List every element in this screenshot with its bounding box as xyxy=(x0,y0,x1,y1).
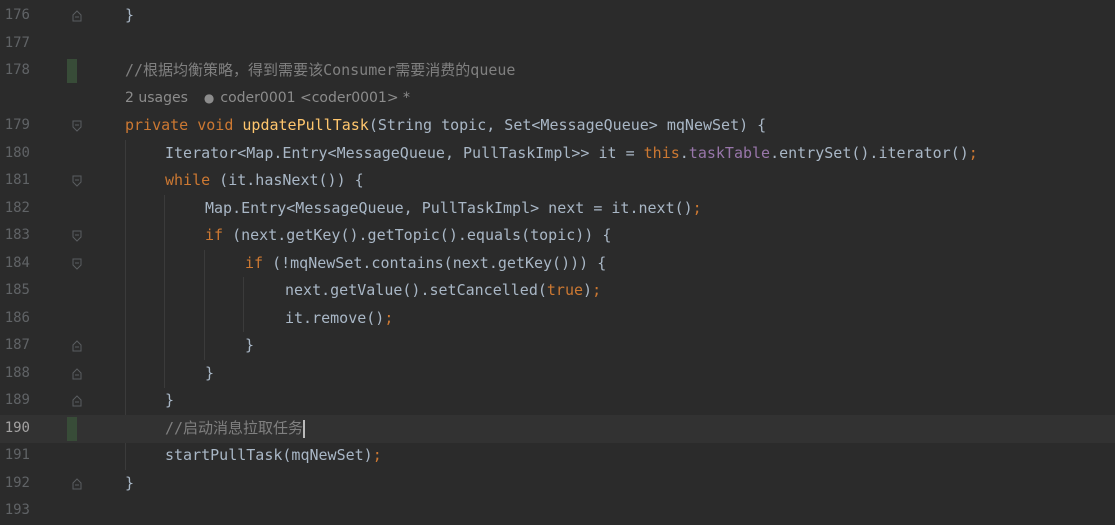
fold-icon[interactable] xyxy=(72,395,82,407)
code-text: //启动消息拉取任务 xyxy=(165,415,306,443)
line-number: 185 xyxy=(4,282,30,298)
code-line-180[interactable]: 180 Iterator<Map.Entry<MessageQueue, Pul… xyxy=(0,140,1115,168)
fold-icon[interactable] xyxy=(72,10,82,22)
text-caret xyxy=(303,419,306,438)
line-number: 182 xyxy=(4,200,30,216)
code-text: } xyxy=(165,391,175,409)
hint-text: 2 usages ● coder0001 <coder0001> * xyxy=(125,85,410,113)
code-text: startPullTask(mqNewSet); xyxy=(165,446,382,464)
change-marker[interactable] xyxy=(67,59,77,83)
code-line-177[interactable]: 177 xyxy=(0,30,1115,58)
line-number: 176 xyxy=(4,7,30,23)
fold-icon[interactable] xyxy=(72,478,82,490)
line-number: 183 xyxy=(4,227,30,243)
code-line-176[interactable]: 176 } xyxy=(0,2,1115,30)
code-line-184[interactable]: 184 if (!mqNewSet.contains(next.getKey()… xyxy=(0,250,1115,278)
code-line-178[interactable]: 178 //根据均衡策略，得到需要该Consumer需要消费的queue xyxy=(0,57,1115,85)
code-line-181[interactable]: 181 while (it.hasNext()) { xyxy=(0,167,1115,195)
code-line-185[interactable]: 185 next.getValue().setCancelled(true); xyxy=(0,277,1115,305)
code-line-186[interactable]: 186 it.remove(); xyxy=(0,305,1115,333)
code-text: it.remove(); xyxy=(285,309,394,327)
line-number: 179 xyxy=(4,117,30,133)
code-line-190[interactable]: 190 //启动消息拉取任务 xyxy=(0,415,1115,443)
fold-icon[interactable] xyxy=(72,368,82,380)
code-text: Iterator<Map.Entry<MessageQueue, PullTas… xyxy=(165,144,978,162)
code-line-192[interactable]: 192 } xyxy=(0,470,1115,498)
code-text: next.getValue().setCancelled(true); xyxy=(285,281,602,299)
change-marker[interactable] xyxy=(67,417,77,441)
comment-text: //启动消息拉取任务 xyxy=(165,419,304,437)
line-number: 181 xyxy=(4,172,30,188)
user-icon: ● xyxy=(203,91,215,105)
fold-icon[interactable] xyxy=(72,230,82,242)
fold-icon[interactable] xyxy=(72,340,82,352)
code-line-182[interactable]: 182 Map.Entry<MessageQueue, PullTaskImpl… xyxy=(0,195,1115,223)
code-text: } xyxy=(125,6,135,24)
line-number: 189 xyxy=(4,392,30,408)
line-number: 191 xyxy=(4,447,30,463)
code-line-189[interactable]: 189 } xyxy=(0,387,1115,415)
code-text: Map.Entry<MessageQueue, PullTaskImpl> ne… xyxy=(205,199,702,217)
line-number: 190 xyxy=(4,420,30,436)
line-number: 178 xyxy=(4,62,30,78)
code-vision-hint[interactable]: 2 usages ● coder0001 <coder0001> * xyxy=(0,85,1115,113)
line-number: 188 xyxy=(4,365,30,381)
code-text: if (next.getKey().getTopic().equals(topi… xyxy=(205,226,612,244)
line-number: 177 xyxy=(4,35,30,51)
fold-icon[interactable] xyxy=(72,120,82,132)
code-line-183[interactable]: 183 if (next.getKey().getTopic().equals(… xyxy=(0,222,1115,250)
line-number: 193 xyxy=(4,502,30,518)
author-link[interactable]: coder0001 <coder0001> * xyxy=(220,90,410,106)
code-text: if (!mqNewSet.contains(next.getKey())) { xyxy=(245,254,607,272)
line-number: 184 xyxy=(4,255,30,271)
line-number: 180 xyxy=(4,145,30,161)
code-editor[interactable]: 176 } 177 178 //根据均衡策略，得到需要该Consumer需要消费… xyxy=(0,0,1115,518)
code-line-187[interactable]: 187 } xyxy=(0,332,1115,360)
code-text: } xyxy=(245,336,255,354)
line-number: 186 xyxy=(4,310,30,326)
code-text: } xyxy=(125,474,135,492)
line-number: 192 xyxy=(4,475,30,491)
code-text: private void updatePullTask(String topic… xyxy=(125,116,767,134)
code-text: } xyxy=(205,364,215,382)
code-line-193[interactable]: 193 xyxy=(0,497,1115,525)
code-line-188[interactable]: 188 } xyxy=(0,360,1115,388)
fold-icon[interactable] xyxy=(72,258,82,270)
code-line-179[interactable]: 179 private void updatePullTask(String t… xyxy=(0,112,1115,140)
code-line-191[interactable]: 191 startPullTask(mqNewSet); xyxy=(0,442,1115,470)
code-text: while (it.hasNext()) { xyxy=(165,171,364,189)
line-number: 187 xyxy=(4,337,30,353)
usages-link[interactable]: 2 usages xyxy=(125,90,188,106)
comment-text: //根据均衡策略，得到需要该Consumer需要消费的queue xyxy=(125,61,516,79)
fold-icon[interactable] xyxy=(72,175,82,187)
